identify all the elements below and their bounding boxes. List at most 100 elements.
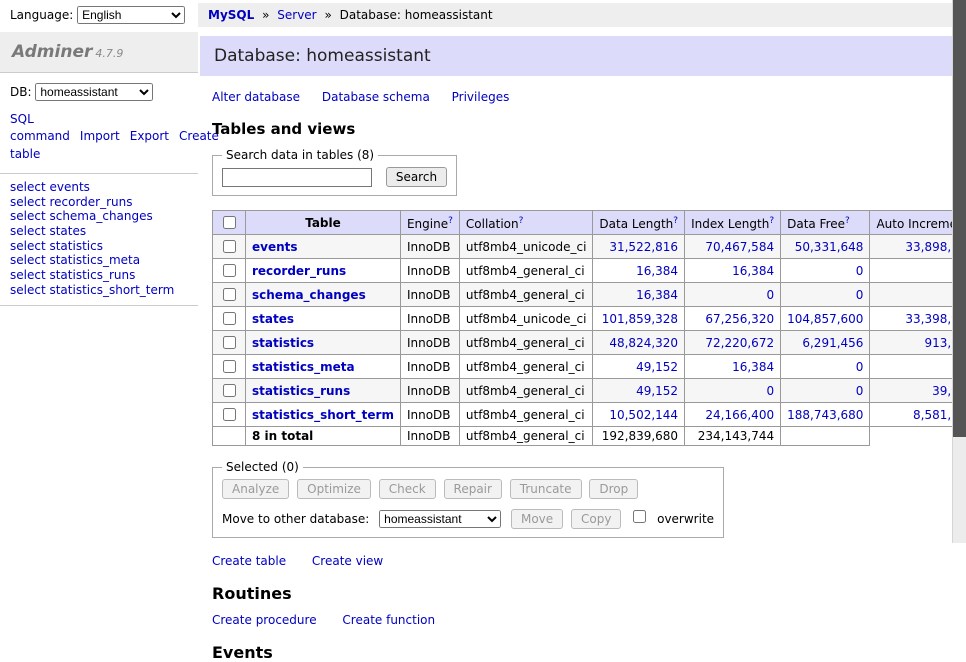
row-checkbox[interactable] — [223, 384, 236, 397]
create-table-link[interactable]: Create table — [212, 554, 286, 568]
breadcrumb: MySQL » Server » Database: homeassistant — [198, 3, 966, 27]
cell-index-length: 16,384 — [685, 355, 781, 379]
vertical-scrollbar[interactable] — [952, 0, 966, 543]
language-label: Language: — [10, 8, 73, 22]
sidebar-item-select-statistics-short-term[interactable]: select statistics_short_term — [10, 283, 188, 298]
tables-list-table: Table Engine? Collation? Data Length? In… — [212, 210, 966, 446]
col-header-index-length: Index Length? — [685, 211, 781, 235]
cell-data-length: 49,152 — [593, 379, 685, 403]
alter-database-link[interactable]: Alter database — [212, 90, 300, 104]
cell-index-length: 16,384 — [685, 259, 781, 283]
cell-data-length: 16,384 — [593, 283, 685, 307]
cell-engine: InnoDB — [400, 307, 459, 331]
search-legend: Search data in tables (8) — [222, 148, 378, 162]
breadcrumb-current: Database: homeassistant — [340, 8, 493, 22]
adminer-logo-text: Adminer — [12, 42, 92, 62]
cell-data-length: 49,152 — [593, 355, 685, 379]
table-name-link[interactable]: states — [252, 312, 294, 326]
cell-engine: InnoDB — [400, 235, 459, 259]
overwrite-label[interactable]: overwrite — [657, 512, 714, 526]
table-row: recorder_runs InnoDB utf8mb4_general_ci … — [213, 259, 966, 283]
row-checkbox[interactable] — [223, 312, 236, 325]
sidebar-item-select-schema-changes[interactable]: select schema_changes — [10, 209, 188, 224]
create-function-link[interactable]: Create function — [342, 613, 435, 627]
help-icon[interactable]: ? — [448, 216, 453, 226]
cell-engine: InnoDB — [400, 355, 459, 379]
move-label: Move to other database: — [222, 512, 369, 526]
cell-data-length: 48,824,320 — [593, 331, 685, 355]
sidebar-item-select-events[interactable]: select events — [10, 180, 188, 195]
cell-collation: utf8mb4_general_ci — [459, 403, 593, 427]
sidebar-link-sql-command[interactable]: SQL command — [10, 112, 70, 143]
help-icon[interactable]: ? — [769, 216, 774, 226]
sidebar-item-select-recorder-runs[interactable]: select recorder_runs — [10, 195, 188, 210]
optimize-button: Optimize — [297, 479, 371, 499]
table-row: statistics_runs InnoDB utf8mb4_general_c… — [213, 379, 966, 403]
col-header-table: Table — [246, 211, 401, 235]
table-name-link[interactable]: statistics_runs — [252, 384, 350, 398]
move-row: Move to other database: homeassistant Mo… — [222, 507, 714, 529]
sidebar-link-export[interactable]: Export — [130, 129, 169, 143]
search-input[interactable] — [222, 168, 372, 187]
create-view-link[interactable]: Create view — [312, 554, 383, 568]
db-select[interactable]: homeassistant — [35, 83, 153, 101]
page-title: Database: homeassistant — [200, 36, 966, 76]
cell-engine: InnoDB — [400, 331, 459, 355]
table-name-link[interactable]: statistics_meta — [252, 360, 355, 374]
row-checkbox[interactable] — [223, 360, 236, 373]
row-checkbox[interactable] — [223, 288, 236, 301]
cell-collation: utf8mb4_unicode_ci — [459, 235, 593, 259]
main-content: MySQL » Server » Database: homeassistant… — [198, 0, 966, 543]
database-schema-link[interactable]: Database schema — [322, 90, 430, 104]
db-label: DB: — [10, 85, 32, 99]
help-icon[interactable]: ? — [845, 216, 850, 226]
overwrite-checkbox[interactable] — [633, 510, 646, 523]
adminer-page: Language: English Adminer4.7.9 DB: homea… — [0, 0, 966, 543]
sidebar-item-select-statistics-runs[interactable]: select statistics_runs — [10, 268, 188, 283]
analyze-button: Analyze — [222, 479, 289, 499]
cell-collation: utf8mb4_unicode_ci — [459, 307, 593, 331]
cell-index-length: 72,220,672 — [685, 331, 781, 355]
search-button[interactable]: Search — [386, 167, 447, 187]
create-procedure-link[interactable]: Create procedure — [212, 613, 317, 627]
table-name-link[interactable]: schema_changes — [252, 288, 366, 302]
cell-data-free: 0 — [781, 283, 870, 307]
breadcrumb-mysql-link[interactable]: MySQL — [208, 8, 254, 22]
create-links-row: Create table Create view — [212, 554, 966, 568]
sidebar-item-select-statistics-meta[interactable]: select statistics_meta — [10, 253, 188, 268]
table-name-link[interactable]: recorder_runs — [252, 264, 346, 278]
sidebar-table-list: select events select recorder_runs selec… — [0, 173, 198, 306]
help-icon[interactable]: ? — [673, 216, 678, 226]
row-checkbox[interactable] — [223, 408, 236, 421]
sidebar-item-select-statistics[interactable]: select statistics — [10, 239, 188, 254]
table-name-link[interactable]: statistics — [252, 336, 314, 350]
help-icon[interactable]: ? — [519, 216, 524, 226]
move-database-select[interactable]: homeassistant — [379, 510, 501, 528]
routines-heading: Routines — [212, 584, 966, 603]
privileges-link[interactable]: Privileges — [452, 90, 510, 104]
cell-collation: utf8mb4_general_ci — [459, 355, 593, 379]
sidebar-link-import[interactable]: Import — [80, 129, 120, 143]
row-checkbox[interactable] — [223, 264, 236, 277]
cell-index-length: 70,467,584 — [685, 235, 781, 259]
select-all-checkbox[interactable] — [223, 216, 236, 229]
language-select[interactable]: English — [77, 6, 185, 24]
breadcrumb-separator: » — [324, 8, 331, 22]
total-data-length: 192,839,680 — [593, 427, 685, 446]
cell-index-length: 0 — [685, 283, 781, 307]
sidebar-item-select-states[interactable]: select states — [10, 224, 188, 239]
scrollbar-thumb[interactable] — [953, 0, 966, 437]
cell-data-free: 6,291,456 — [781, 331, 870, 355]
row-checkbox[interactable] — [223, 336, 236, 349]
table-row: events InnoDB utf8mb4_unicode_ci 31,522,… — [213, 235, 966, 259]
tables-and-views-heading: Tables and views — [212, 120, 966, 138]
table-name-link[interactable]: events — [252, 240, 298, 254]
cell-data-free: 0 — [781, 355, 870, 379]
check-button: Check — [379, 479, 436, 499]
col-header-data-free: Data Free? — [781, 211, 870, 235]
cell-data-free: 50,331,648 — [781, 235, 870, 259]
breadcrumb-server-link[interactable]: Server — [277, 8, 316, 22]
database-actions: Alter database Database schema Privilege… — [212, 90, 966, 104]
table-name-link[interactable]: statistics_short_term — [252, 408, 394, 422]
row-checkbox[interactable] — [223, 240, 236, 253]
